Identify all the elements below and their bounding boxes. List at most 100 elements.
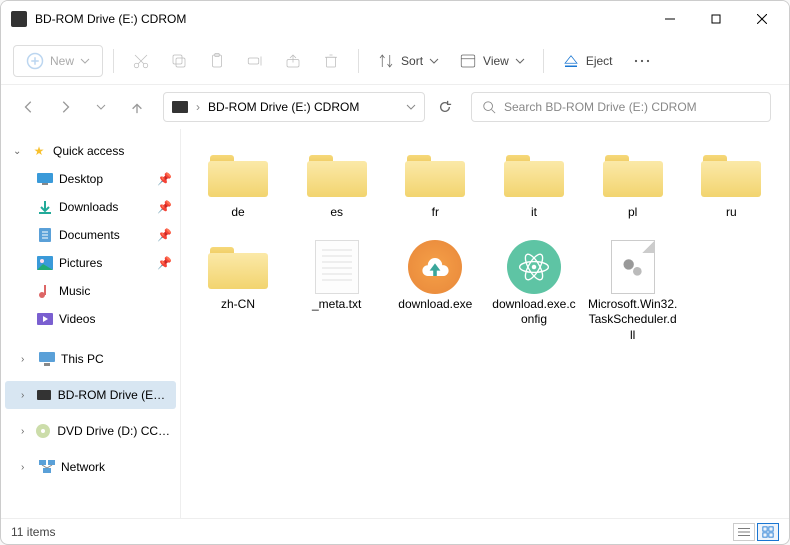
rename-button[interactable] — [238, 45, 272, 77]
chevron-down-icon: ⌄ — [13, 146, 25, 157]
sidebar-dvd[interactable]: › DVD Drive (D:) CCCOMA_X64 — [1, 417, 180, 445]
download-exe-icon — [408, 240, 462, 294]
file-item[interactable]: de — [189, 141, 287, 229]
sort-label: Sort — [401, 54, 423, 68]
search-placeholder: Search BD-ROM Drive (E:) CDROM — [504, 100, 697, 114]
chevron-down-icon — [80, 58, 90, 64]
file-item[interactable]: download.exe — [386, 233, 484, 352]
delete-button[interactable] — [314, 45, 348, 77]
drive-icon — [36, 387, 52, 403]
folder-icon — [701, 153, 761, 197]
search-input[interactable]: Search BD-ROM Drive (E:) CDROM — [471, 92, 771, 122]
window-title: BD-ROM Drive (E:) CDROM — [35, 12, 647, 26]
chevron-right-icon: › — [21, 462, 33, 473]
more-icon — [633, 58, 651, 64]
file-label: ru — [726, 205, 737, 221]
close-button[interactable] — [739, 1, 785, 37]
details-view-button[interactable] — [733, 523, 755, 541]
music-icon — [37, 283, 53, 299]
folder-icon — [504, 153, 564, 197]
breadcrumb[interactable]: › BD-ROM Drive (E:) CDROM — [163, 92, 425, 122]
file-item[interactable]: Microsoft.Win32.TaskScheduler.dll — [584, 233, 682, 352]
rename-icon — [246, 52, 264, 70]
cut-button[interactable] — [124, 45, 158, 77]
file-item[interactable]: zh-CN — [189, 233, 287, 352]
folder-icon — [307, 153, 367, 197]
sidebar-bdrom[interactable]: › BD-ROM Drive (E:) CDROM — [5, 381, 176, 409]
file-item[interactable]: pl — [584, 141, 682, 229]
chevron-right-icon: › — [21, 354, 33, 365]
copy-icon — [170, 52, 188, 70]
dvd-icon — [35, 423, 51, 439]
pictures-icon — [37, 255, 53, 271]
file-item[interactable]: it — [485, 141, 583, 229]
breadcrumb-text: BD-ROM Drive (E:) CDROM — [208, 100, 398, 114]
file-item[interactable]: _meta.txt — [288, 233, 386, 352]
sidebar-videos[interactable]: Videos — [1, 305, 180, 333]
forward-button[interactable] — [55, 97, 75, 117]
dll-icon — [611, 240, 655, 294]
sidebar-this-pc[interactable]: › This PC — [1, 345, 180, 373]
maximize-button[interactable] — [693, 1, 739, 37]
file-label: _meta.txt — [312, 297, 361, 313]
share-button[interactable] — [276, 45, 310, 77]
minimize-button[interactable] — [647, 1, 693, 37]
folder-icon — [208, 245, 268, 289]
new-label: New — [50, 54, 74, 68]
sort-button[interactable]: Sort — [369, 45, 447, 77]
file-item[interactable]: download.exe.config — [485, 233, 583, 352]
view-toggle — [733, 523, 779, 541]
drive-icon — [172, 101, 188, 113]
network-icon — [39, 459, 55, 475]
sidebar-documents[interactable]: Documents 📌 — [1, 221, 180, 249]
file-label: de — [231, 205, 244, 221]
copy-button[interactable] — [162, 45, 196, 77]
folder-icon — [603, 153, 663, 197]
pin-icon: 📌 — [157, 256, 172, 270]
eject-icon — [562, 52, 580, 70]
sidebar-desktop[interactable]: Desktop 📌 — [1, 165, 180, 193]
desktop-icon — [37, 171, 53, 187]
new-button[interactable]: New — [13, 45, 103, 77]
folder-icon — [208, 153, 268, 197]
documents-icon — [37, 227, 53, 243]
folder-icon — [405, 153, 465, 197]
view-button[interactable]: View — [451, 45, 533, 77]
sidebar-downloads[interactable]: Downloads 📌 — [1, 193, 180, 221]
paste-button[interactable] — [200, 45, 234, 77]
sidebar-pictures[interactable]: Pictures 📌 — [1, 249, 180, 277]
back-button[interactable] — [19, 97, 39, 117]
atom-icon — [507, 240, 561, 294]
sidebar-network[interactable]: › Network — [1, 453, 180, 481]
body: ⌄ ★ Quick access Desktop 📌 Downloads 📌 D… — [1, 129, 789, 518]
separator — [543, 49, 544, 73]
sidebar-quick-access[interactable]: ⌄ ★ Quick access — [1, 137, 180, 165]
cut-icon — [132, 52, 150, 70]
chevron-down-icon[interactable] — [406, 104, 416, 110]
file-item[interactable]: fr — [386, 141, 484, 229]
paste-icon — [208, 52, 226, 70]
icons-view-button[interactable] — [757, 523, 779, 541]
window-controls — [647, 1, 785, 37]
file-item[interactable]: es — [288, 141, 386, 229]
eject-button[interactable]: Eject — [554, 45, 621, 77]
chevron-right-icon: › — [21, 390, 30, 401]
recent-button[interactable] — [91, 97, 111, 117]
up-button[interactable] — [127, 97, 147, 117]
sidebar-music[interactable]: Music — [1, 277, 180, 305]
star-icon: ★ — [31, 143, 47, 159]
file-label: es — [330, 205, 343, 221]
drive-icon — [11, 11, 27, 27]
file-label: it — [531, 205, 537, 221]
chevron-right-icon: › — [196, 100, 200, 114]
refresh-button[interactable] — [435, 100, 455, 114]
toolbar: New Sort View Eject — [1, 37, 789, 85]
sort-icon — [377, 52, 395, 70]
file-grid: de es fr it pl ru zh-CN _meta.txt download.exedo… — [181, 129, 789, 518]
separator — [113, 49, 114, 73]
chevron-down-icon — [515, 58, 525, 64]
eject-label: Eject — [586, 54, 613, 68]
more-button[interactable] — [625, 45, 659, 77]
file-item[interactable]: ru — [682, 141, 780, 229]
plus-icon — [26, 52, 44, 70]
